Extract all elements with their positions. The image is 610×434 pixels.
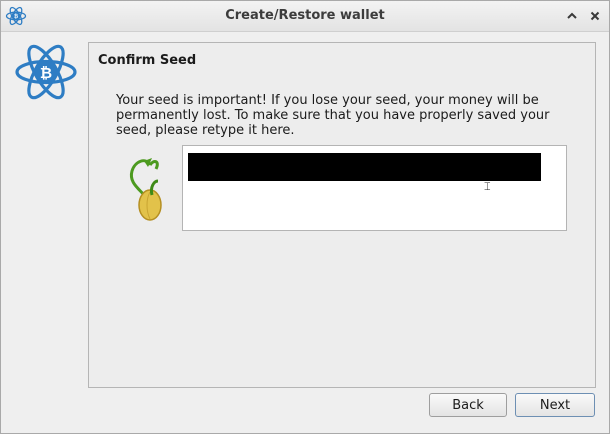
text-cursor-icon: ⌶ [484, 180, 491, 193]
collapse-button[interactable] [563, 7, 581, 25]
seed-warning-message: Your seed is important! If you lose your… [116, 93, 550, 138]
titlebar: ₿ Create/Restore wallet [1, 1, 609, 32]
seed-sprout-icon [129, 158, 162, 221]
panel-heading: Confirm Seed [98, 53, 197, 68]
close-button[interactable] [586, 7, 604, 25]
redacted-seed-text [188, 153, 541, 181]
svg-text:₿: ₿ [40, 64, 52, 82]
electrum-bitcoin-logo-icon: ₿ [15, 44, 77, 100]
window-title: Create/Restore wallet [225, 8, 385, 23]
seed-input[interactable]: ⌶ [182, 145, 567, 231]
close-icon [590, 11, 600, 21]
chevron-up-icon [567, 12, 577, 19]
wallet-window: ₿ Create/Restore wallet ₿ Confirm Seed Y… [0, 0, 610, 434]
back-button[interactable]: Back [429, 393, 507, 417]
next-button[interactable]: Next [515, 393, 595, 417]
confirm-seed-panel: Confirm Seed Your seed is important! If … [88, 42, 596, 388]
